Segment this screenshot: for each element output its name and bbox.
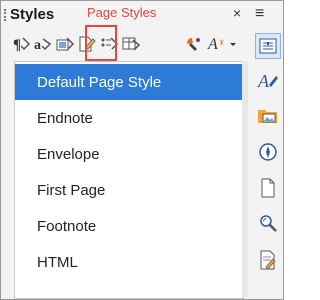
gallery-icon[interactable] [255, 103, 281, 129]
properties-icon[interactable] [255, 33, 281, 59]
panel-title: Styles [10, 6, 55, 23]
list-item[interactable]: Default Page Style [15, 64, 243, 100]
svg-text:¶: ¶ [13, 37, 21, 53]
page-styles-highlight-box [85, 25, 117, 61]
paragraph-styles-icon[interactable]: ¶ [11, 33, 31, 55]
styles-actions-icon[interactable]: A [207, 33, 239, 55]
panel-grip[interactable] [4, 9, 8, 21]
list-item[interactable]: Envelope [15, 136, 243, 172]
more-options-icon[interactable]: ≡ [255, 6, 264, 22]
table-styles-icon[interactable] [121, 33, 141, 55]
character-styles-icon[interactable]: a [33, 33, 53, 55]
styles-list-scrollbar[interactable] [242, 61, 248, 297]
fill-format-mode-icon[interactable] [183, 33, 203, 55]
sidebar-tab-bar: A [253, 31, 283, 297]
navigator-icon[interactable] [255, 139, 281, 165]
list-item[interactable]: First Page [15, 172, 243, 208]
style-family-toolbar: ¶ a A [11, 33, 249, 59]
list-item[interactable]: HTML [15, 244, 243, 280]
style-inspector-icon[interactable] [255, 211, 281, 237]
svg-text:A: A [257, 71, 270, 91]
svg-text:A: A [207, 36, 218, 53]
page-styles-annotation: Page Styles [87, 5, 157, 20]
page-deck-icon[interactable] [255, 175, 281, 201]
styles-sidebar-panel: Styles Page Styles × ≡ ¶ a A Default Pag… [0, 0, 284, 300]
svg-text:a: a [34, 38, 41, 53]
styles-list[interactable]: Default Page Style Endnote Envelope Firs… [14, 61, 244, 299]
close-icon[interactable]: × [233, 5, 241, 21]
styles-deck-icon[interactable]: A [255, 67, 281, 93]
list-item[interactable]: Endnote [15, 100, 243, 136]
frame-styles-icon[interactable] [55, 33, 75, 55]
list-item[interactable]: Footnote [15, 208, 243, 244]
manage-changes-icon[interactable] [255, 247, 281, 273]
